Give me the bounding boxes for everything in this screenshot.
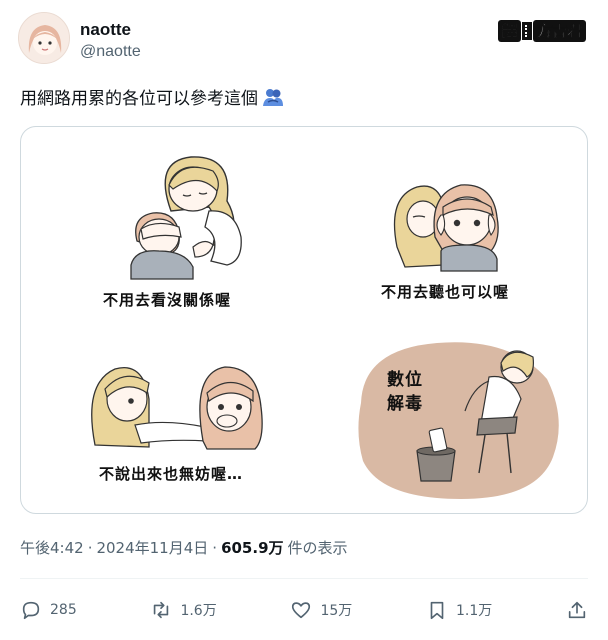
illustration-cover-ears bbox=[393, 184, 499, 272]
illustration-digital-detox bbox=[358, 342, 559, 499]
tweet-text: 用網路用累的各位可以參考這個 bbox=[20, 84, 284, 109]
avatar-illustration bbox=[19, 13, 69, 63]
caption-detox-2: 解毒 bbox=[387, 394, 423, 414]
watermark-dots bbox=[521, 22, 532, 40]
heart-icon bbox=[292, 602, 311, 619]
repost-icon bbox=[154, 601, 169, 619]
meta-separator: · bbox=[212, 538, 218, 557]
tweet-body: 用網路用累的各位可以參考這個 bbox=[20, 89, 258, 109]
tweet-meta: 午後4:42 · 2024年11月4日 · 605.9万 件の表示 bbox=[20, 537, 348, 558]
caption-see: 不用去看沒關係喔 bbox=[103, 291, 232, 309]
tweet-header: naotte @naotte 譯 方吉君 bbox=[18, 12, 590, 68]
bookmark-icon bbox=[430, 601, 444, 620]
illustration-cover-eyes bbox=[130, 156, 242, 280]
tweet-date[interactable]: 2024年11月4日 bbox=[96, 537, 208, 558]
tweet-time[interactable]: 午後4:42 bbox=[20, 537, 84, 558]
view-label: 件の表示 bbox=[287, 539, 348, 557]
display-name[interactable]: naotte bbox=[80, 20, 131, 40]
divider bbox=[20, 578, 588, 579]
people-hugging-icon bbox=[263, 88, 283, 106]
repost-button[interactable]: 1.6万 bbox=[150, 599, 217, 621]
repost-count: 1.6万 bbox=[180, 603, 217, 619]
caption-hear: 不用去聽也可以喔 bbox=[381, 283, 510, 301]
user-handle[interactable]: @naotte bbox=[80, 43, 141, 61]
like-button[interactable]: 15万 bbox=[290, 599, 352, 621]
reply-button[interactable]: 285 bbox=[20, 599, 77, 621]
caption-detox-1: 數位 bbox=[387, 370, 423, 390]
tweet-media[interactable]: 不用去看沒關係喔 不用去聽也可以喔 不說出來也無妨喔… 數位 解毒 bbox=[20, 126, 588, 514]
illustration-cover-mouth bbox=[91, 366, 263, 450]
translator-watermark: 譯 方吉君 bbox=[497, 18, 586, 44]
like-count: 15万 bbox=[320, 603, 353, 619]
watermark-left: 譯 bbox=[497, 20, 521, 42]
avatar[interactable] bbox=[18, 12, 70, 64]
bookmark-count: 1.1万 bbox=[455, 603, 493, 619]
reply-count: 285 bbox=[50, 602, 77, 618]
reply-icon bbox=[22, 601, 40, 620]
bookmark-button[interactable]: 1.1万 bbox=[426, 599, 492, 621]
meta-separator: · bbox=[87, 538, 93, 557]
watermark-right: 方吉君 bbox=[532, 20, 586, 42]
share-button[interactable] bbox=[566, 599, 588, 621]
action-bar: 285 1.6万 15万 1.1万 bbox=[20, 592, 588, 628]
caption-speak: 不說出來也無妨喔… bbox=[99, 465, 244, 483]
share-icon bbox=[568, 601, 586, 619]
view-count: 605.9万 bbox=[221, 539, 284, 557]
